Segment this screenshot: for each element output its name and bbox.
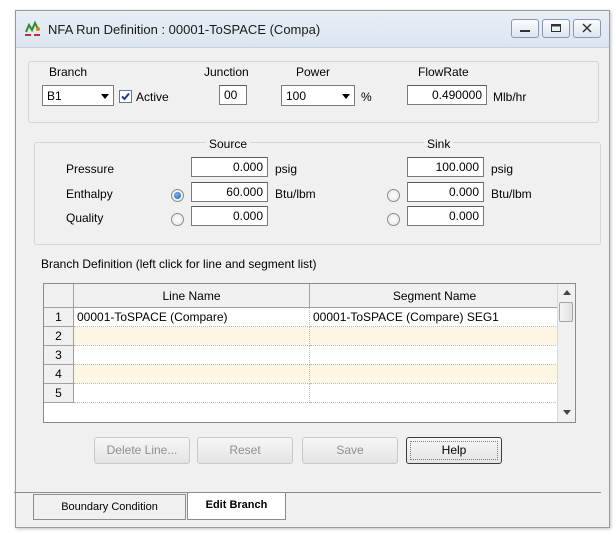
branch-definition-table: Line Name Segment Name 1 00001-ToSPACE (… [44,284,560,403]
chevron-down-icon [101,94,109,99]
flowrate-unit: Mlb/hr [493,90,527,104]
quality-label: Quality [66,211,104,225]
row-number: 5 [44,383,74,403]
source-quality-input[interactable]: 0.000 [191,206,268,226]
segment-name-cell[interactable] [309,326,560,346]
source-quality-radio[interactable] [171,213,184,226]
sink-enthalpy-unit: Btu/lbm [491,187,532,201]
branch-definition-label: Branch Definition (left click for line a… [41,257,317,271]
line-name-cell[interactable] [73,383,310,403]
source-pressure-input[interactable]: 0.000 [191,157,268,177]
reset-button[interactable]: Reset [197,437,293,464]
window-title: NFA Run Definition : 00001-ToSPACE (Comp… [48,22,321,37]
chevron-down-icon [342,94,350,99]
line-name-cell[interactable] [73,364,310,384]
tab-strip-divider [14,492,601,493]
checkmark-icon [121,92,130,101]
row-number: 4 [44,364,74,384]
sink-enthalpy-radio[interactable] [387,189,400,202]
flowrate-input[interactable]: 0.490000 [407,85,487,105]
line-name-cell[interactable]: 00001-ToSPACE (Compare) [73,307,310,327]
junction-label: Junction [204,65,249,79]
tab-edit-branch[interactable]: Edit Branch [187,493,286,520]
table-row[interactable]: 4 [44,364,560,384]
app-icon [23,20,43,38]
power-unit: % [361,90,372,104]
branch-select-value: B1 [47,89,62,103]
junction-input[interactable]: 00 [219,85,247,105]
branch-definition-grid[interactable]: Line Name Segment Name 1 00001-ToSPACE (… [43,283,576,423]
segment-name-cell[interactable]: 00001-ToSPACE (Compare) SEG1 [309,307,560,327]
sink-quality-input[interactable]: 0.000 [407,206,484,226]
save-button[interactable]: Save [302,437,398,464]
tab-boundary-condition[interactable]: Boundary Condition [33,494,186,520]
power-select[interactable]: 100 [281,85,355,106]
sink-pressure-input[interactable]: 100.000 [407,157,484,177]
source-label: Source [206,137,251,151]
grid-vertical-scrollbar[interactable] [557,284,575,422]
help-button[interactable]: Help [406,437,502,464]
pressure-label: Pressure [66,162,115,176]
segment-name-cell[interactable] [309,383,560,403]
branch-label: Branch [49,65,88,79]
line-name-cell[interactable] [73,326,310,346]
sink-quality-radio[interactable] [387,213,400,226]
table-row[interactable]: 3 [44,345,560,365]
maximize-icon [551,24,561,32]
source-pressure-unit: psig [275,162,298,176]
minimize-button[interactable] [511,19,539,38]
column-header-line-name[interactable]: Line Name [73,284,310,308]
source-enthalpy-radio[interactable] [171,189,184,202]
scroll-up-icon[interactable] [563,290,571,295]
table-header-row: Line Name Segment Name [44,284,560,308]
nfa-run-definition-window: NFA Run Definition : 00001-ToSPACE (Comp… [15,10,610,528]
active-label: Active [136,90,169,104]
active-checkbox[interactable] [119,90,132,103]
row-number: 3 [44,345,74,365]
source-enthalpy-unit: Btu/lbm [275,187,316,201]
focus-rectangle [410,441,498,460]
close-icon [582,23,592,33]
sink-pressure-unit: psig [491,162,514,176]
title-bar[interactable]: NFA Run Definition : 00001-ToSPACE (Comp… [16,11,609,48]
scroll-down-icon[interactable] [563,410,571,415]
row-number: 1 [44,307,74,327]
delete-line-button[interactable]: Delete Line... [94,437,190,464]
close-button[interactable] [573,19,601,38]
table-row[interactable]: 1 00001-ToSPACE (Compare) 00001-ToSPACE … [44,307,560,327]
enthalpy-label: Enthalpy [66,187,113,201]
row-number: 2 [44,326,74,346]
maximize-button[interactable] [542,19,570,38]
table-row[interactable]: 5 [44,383,560,403]
power-label: Power [296,65,331,79]
line-name-cell[interactable] [73,345,310,365]
sink-enthalpy-input[interactable]: 0.000 [407,182,484,202]
segment-name-cell[interactable] [309,345,560,365]
sink-label: Sink [424,137,454,151]
minimize-icon [520,30,530,32]
scrollbar-thumb[interactable] [559,302,573,322]
row-header-corner [44,284,74,308]
branch-select[interactable]: B1 [42,85,114,106]
flowrate-label: FlowRate [418,65,469,79]
column-header-segment-name[interactable]: Segment Name [309,284,560,308]
table-row[interactable]: 2 [44,326,560,346]
power-select-value: 100 [286,89,307,103]
source-enthalpy-input[interactable]: 60.000 [191,182,268,202]
segment-name-cell[interactable] [309,364,560,384]
